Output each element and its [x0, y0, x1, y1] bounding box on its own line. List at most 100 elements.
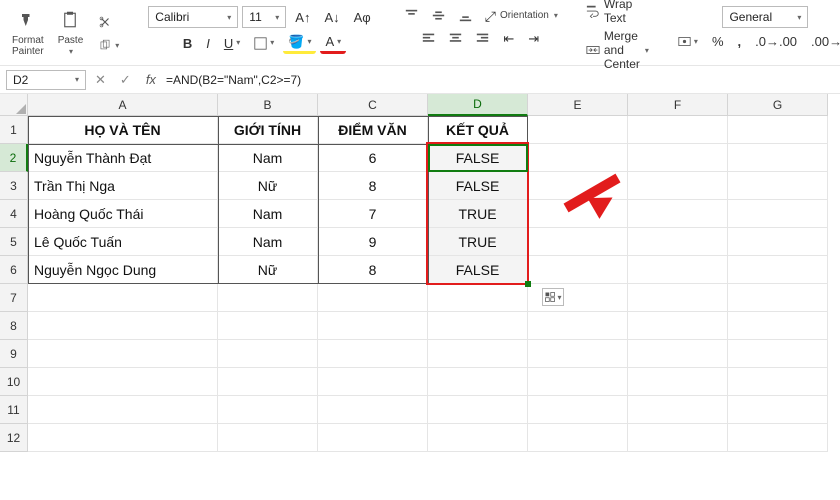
- cell-A6[interactable]: Nguyễn Ngọc Dung: [28, 256, 218, 284]
- align-center-button[interactable]: [444, 29, 467, 48]
- column-header-C[interactable]: C: [318, 94, 428, 116]
- cell-D1[interactable]: KẾT QUẢ: [428, 116, 528, 144]
- cell-D9[interactable]: [428, 340, 528, 368]
- column-header-G[interactable]: G: [728, 94, 828, 116]
- cell-D8[interactable]: [428, 312, 528, 340]
- cell-G1[interactable]: [728, 116, 828, 144]
- bold-button[interactable]: B: [178, 34, 197, 53]
- cell-C6[interactable]: 8: [318, 256, 428, 284]
- column-header-F[interactable]: F: [628, 94, 728, 116]
- cell-F9[interactable]: [628, 340, 728, 368]
- cell-G3[interactable]: [728, 172, 828, 200]
- cell-B3[interactable]: Nữ: [218, 172, 318, 200]
- cell-G10[interactable]: [728, 368, 828, 396]
- align-top-button[interactable]: [400, 6, 423, 25]
- row-header-3[interactable]: 3: [0, 172, 28, 200]
- number-format-select[interactable]: General▾: [722, 6, 808, 28]
- cell-C10[interactable]: [318, 368, 428, 396]
- italic-button[interactable]: I: [201, 34, 215, 53]
- cell-C3[interactable]: 8: [318, 172, 428, 200]
- cell-A12[interactable]: [28, 424, 218, 452]
- cell-E2[interactable]: [528, 144, 628, 172]
- cell-B12[interactable]: [218, 424, 318, 452]
- cell-D10[interactable]: [428, 368, 528, 396]
- cell-A4[interactable]: Hoàng Quốc Thái: [28, 200, 218, 228]
- cell-F3[interactable]: [628, 172, 728, 200]
- cell-C8[interactable]: [318, 312, 428, 340]
- cell-A7[interactable]: [28, 284, 218, 312]
- merge-center-button[interactable]: Merge and Center ▾: [586, 29, 649, 71]
- fx-icon[interactable]: fx: [140, 72, 162, 87]
- underline-button[interactable]: U▾: [219, 34, 245, 53]
- cell-D6[interactable]: FALSE: [428, 256, 528, 284]
- clear-format-button[interactable]: Aφ: [349, 8, 376, 27]
- cell-G9[interactable]: [728, 340, 828, 368]
- increase-font-button[interactable]: A↑: [290, 8, 315, 27]
- increase-decimal-button[interactable]: .0→.00: [750, 32, 802, 51]
- cell-B7[interactable]: [218, 284, 318, 312]
- row-header-10[interactable]: 10: [0, 368, 28, 396]
- cell-B4[interactable]: Nam: [218, 200, 318, 228]
- formula-bar[interactable]: =AND(B2="Nam",C2>=7): [166, 73, 834, 87]
- cell-F6[interactable]: [628, 256, 728, 284]
- cell-E1[interactable]: [528, 116, 628, 144]
- cell-A1[interactable]: HỌ VÀ TÊN: [28, 116, 218, 144]
- cell-F1[interactable]: [628, 116, 728, 144]
- cell-C5[interactable]: 9: [318, 228, 428, 256]
- paste-button[interactable]: Paste ▾: [54, 9, 88, 59]
- cell-D11[interactable]: [428, 396, 528, 424]
- cell-D2[interactable]: FALSE: [428, 144, 528, 172]
- cut-button[interactable]: [93, 12, 124, 32]
- cell-E8[interactable]: [528, 312, 628, 340]
- cell-C7[interactable]: [318, 284, 428, 312]
- cell-G6[interactable]: [728, 256, 828, 284]
- cell-B8[interactable]: [218, 312, 318, 340]
- cell-F12[interactable]: [628, 424, 728, 452]
- cell-E10[interactable]: [528, 368, 628, 396]
- cell-B5[interactable]: Nam: [218, 228, 318, 256]
- cell-D12[interactable]: [428, 424, 528, 452]
- fill-color-button[interactable]: 🪣▾: [283, 32, 316, 54]
- align-left-button[interactable]: [417, 29, 440, 48]
- cell-G4[interactable]: [728, 200, 828, 228]
- font-name-select[interactable]: Calibri▾: [148, 6, 238, 28]
- cell-A3[interactable]: Trần Thị Nga: [28, 172, 218, 200]
- cell-C12[interactable]: [318, 424, 428, 452]
- cell-G8[interactable]: [728, 312, 828, 340]
- align-middle-button[interactable]: [427, 6, 450, 25]
- column-header-D[interactable]: D: [428, 94, 528, 116]
- cancel-formula-button[interactable]: ✕: [90, 70, 111, 89]
- cell-G7[interactable]: [728, 284, 828, 312]
- enter-formula-button[interactable]: ✓: [115, 70, 136, 89]
- decrease-decimal-button[interactable]: .00→.0: [806, 32, 840, 51]
- orientation-button[interactable]: ⤢ Orientation ▾: [481, 7, 562, 25]
- cell-D7[interactable]: [428, 284, 528, 312]
- border-button[interactable]: ▾: [249, 34, 279, 53]
- cell-C2[interactable]: 6: [318, 144, 428, 172]
- column-header-B[interactable]: B: [218, 94, 318, 116]
- row-header-2[interactable]: 2: [0, 144, 28, 172]
- wrap-text-button[interactable]: Wrap Text: [586, 0, 649, 25]
- cell-D5[interactable]: TRUE: [428, 228, 528, 256]
- autofill-options-button[interactable]: ▾: [542, 288, 564, 306]
- format-painter-button[interactable]: Format Painter: [8, 9, 48, 59]
- row-header-7[interactable]: 7: [0, 284, 28, 312]
- cell-F10[interactable]: [628, 368, 728, 396]
- row-header-9[interactable]: 9: [0, 340, 28, 368]
- row-header-1[interactable]: 1: [0, 116, 28, 144]
- font-size-select[interactable]: 11▾: [242, 6, 286, 28]
- cell-B1[interactable]: GIỚI TÍNH: [218, 116, 318, 144]
- align-bottom-button[interactable]: [454, 6, 477, 25]
- cell-G2[interactable]: [728, 144, 828, 172]
- cell-F5[interactable]: [628, 228, 728, 256]
- cell-E4[interactable]: [528, 200, 628, 228]
- cell-C1[interactable]: ĐIỂM VĂN: [318, 116, 428, 144]
- row-header-4[interactable]: 4: [0, 200, 28, 228]
- cell-A10[interactable]: [28, 368, 218, 396]
- cell-E3[interactable]: [528, 172, 628, 200]
- cell-F11[interactable]: [628, 396, 728, 424]
- cell-C11[interactable]: [318, 396, 428, 424]
- cell-E5[interactable]: [528, 228, 628, 256]
- comma-button[interactable]: ,: [733, 32, 747, 51]
- currency-button[interactable]: ▾: [673, 32, 703, 51]
